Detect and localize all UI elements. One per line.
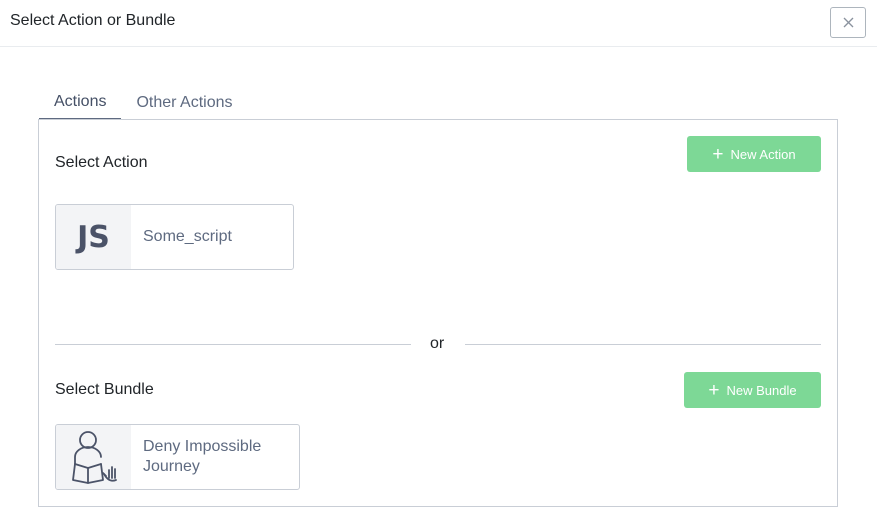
action-card-some-script[interactable]: JS Some_script [55,204,294,270]
select-bundle-title: Select Bundle [55,381,154,398]
new-bundle-button[interactable]: + New Bundle [684,372,821,408]
close-icon [843,17,853,28]
select-action-title: Select Action [55,154,148,171]
bundle-card-label: Deny Impossible Journey [143,438,262,475]
tab-actions[interactable]: Actions [39,86,122,120]
modal-header: Select Action or Bundle [0,0,877,47]
action-card-label: Some_script [143,228,232,245]
divider-left [55,344,411,345]
close-button[interactable] [830,7,866,38]
js-icon: JS [56,205,131,269]
modal-title: Select Action or Bundle [10,12,176,29]
new-action-button[interactable]: + New Action [687,136,821,172]
divider-right [465,344,821,345]
plus-icon: + [708,379,720,401]
tab-other-actions[interactable]: Other Actions [121,86,247,119]
bundle-card-deny-impossible-journey[interactable]: Deny Impossible Journey [55,424,300,490]
tab-bar: Actions Other Actions [39,86,248,120]
new-action-label: New Action [730,146,796,162]
divider-or-text: or [430,335,445,352]
tab-panel: Select Action + New Action JS Some_scrip… [38,119,838,507]
js-icon-text: JS [77,219,110,255]
plus-icon: + [712,143,724,165]
new-bundle-label: New Bundle [726,382,797,398]
person-reading-hand-icon [56,425,131,489]
